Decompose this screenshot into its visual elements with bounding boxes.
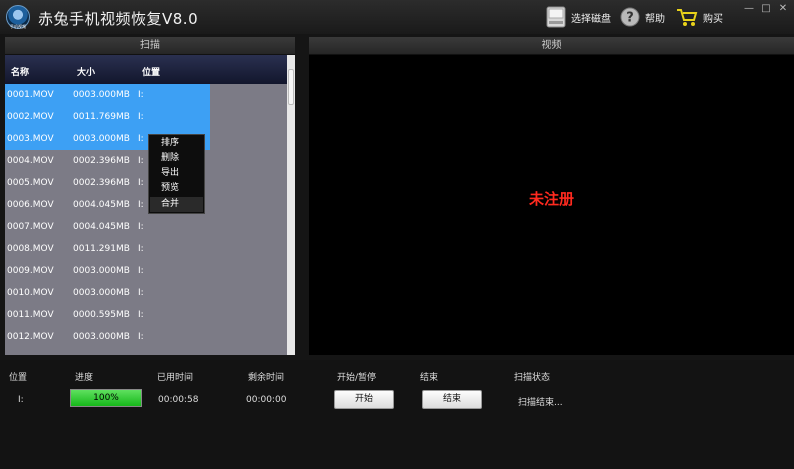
file-size: 0003.000MB [73, 288, 130, 298]
menu-item-export[interactable]: 导出 [150, 166, 203, 181]
menu-item-merge[interactable]: 合并 [150, 197, 203, 212]
menu-item-sort[interactable]: 排序 [150, 136, 203, 151]
file-size: 0000.595MB [73, 310, 130, 320]
column-name[interactable]: 名称 [11, 65, 29, 78]
file-name: 0007.MOV [7, 222, 54, 232]
file-name: 0010.MOV [7, 288, 54, 298]
file-size: 0003.000MB [73, 266, 130, 276]
file-size: 0011.291MB [73, 244, 130, 254]
select-disk-button[interactable]: 选择磁盘 [546, 6, 611, 28]
progress-text: 100% [93, 393, 119, 403]
file-name: 0012.MOV [7, 332, 54, 342]
header-start-pause: 开始/暂停 [337, 373, 377, 383]
maximize-button[interactable]: □ [759, 3, 773, 15]
list-item[interactable]: 0009.MOV 0003.000MB I: [5, 260, 287, 282]
list-item[interactable]: 0008.MOV 0011.291MB I: [5, 238, 287, 260]
close-button[interactable]: ✕ [776, 3, 790, 15]
app-title: 赤兔手机视频恢复V8.0 [38, 10, 199, 28]
status-panel: 位置 进度 已用时间 剩余时间 开始/暂停 结束 扫描状态 I: 100% 00… [0, 360, 794, 469]
header-progress: 进度 [75, 373, 94, 383]
file-name: 0004.MOV [7, 156, 54, 166]
list-item[interactable]: 0012.MOV 0003.000MB I: [5, 326, 287, 348]
file-name: 0005.MOV [7, 178, 54, 188]
file-name: 0001.MOV [7, 90, 54, 100]
list-item[interactable]: 0006.MOV 0004.045MB I: [5, 194, 287, 216]
progress-bar: 100% [70, 389, 142, 407]
file-location: I: [138, 288, 144, 298]
list-item[interactable]: 0010.MOV 0003.000MB I: [5, 282, 287, 304]
list-scrollbar[interactable] [287, 55, 295, 355]
file-name: 0011.MOV [7, 310, 54, 320]
header-end: 结束 [420, 373, 439, 383]
scan-panel-header: 扫描 [5, 37, 295, 55]
scrollbar-thumb[interactable] [288, 69, 294, 105]
file-location: I: [138, 156, 144, 166]
header-scan-status: 扫描状态 [514, 373, 551, 383]
video-panel-header: 视频 [309, 37, 794, 55]
file-location: I: [138, 200, 144, 210]
minimize-button[interactable]: — [742, 3, 756, 15]
cart-icon [677, 9, 698, 26]
file-location: I: [138, 112, 144, 122]
file-location: I: [138, 178, 144, 188]
file-size: 0003.000MB [73, 90, 130, 100]
header-remaining: 剩余时间 [248, 373, 285, 383]
buy-button[interactable]: 购买 [676, 6, 723, 28]
file-size: 0003.000MB [73, 332, 130, 342]
file-size: 0002.396MB [73, 156, 130, 166]
list-item[interactable]: 0011.MOV 0000.595MB I: [5, 304, 287, 326]
scan-location-value: I: [18, 395, 24, 405]
file-location: I: [138, 266, 144, 276]
file-size: 0003.000MB [73, 134, 130, 144]
list-item[interactable]: 0004.MOV 0002.396MB I: [5, 150, 287, 172]
svg-text:?: ? [626, 11, 634, 26]
remaining-time-value: 00:00:00 [246, 395, 287, 405]
disk-icon [546, 6, 566, 28]
list-item[interactable]: 0002.MOV 0011.769MB I: [5, 106, 210, 128]
context-menu: 排序 删除 导出 预览 合并 [148, 134, 205, 214]
file-name: 0003.MOV [7, 134, 54, 144]
title-bar: 手机视频 赤兔手机视频恢复V8.0 选择磁盘 ? 帮助 购买 — □ ✕ [0, 0, 794, 34]
list-header: 名称 大小 位置 [5, 55, 287, 84]
video-preview: 未注册 [309, 55, 794, 355]
file-size: 0002.396MB [73, 178, 130, 188]
file-name: 0008.MOV [7, 244, 54, 254]
file-name: 0002.MOV [7, 112, 54, 122]
file-location: I: [138, 90, 144, 100]
file-name: 0006.MOV [7, 200, 54, 210]
file-size: 0004.045MB [73, 222, 130, 232]
header-elapsed: 已用时间 [157, 373, 194, 383]
file-name: 0009.MOV [7, 266, 54, 276]
menu-item-delete[interactable]: 删除 [150, 151, 203, 166]
list-item[interactable]: 0007.MOV 0004.045MB I: [5, 216, 287, 238]
file-location: I: [138, 310, 144, 320]
start-button[interactable]: 开始 [334, 390, 394, 409]
elapsed-time-value: 00:00:58 [158, 395, 199, 405]
buy-label: 购买 [703, 13, 723, 25]
column-location[interactable]: 位置 [142, 65, 160, 78]
list-item[interactable]: 0005.MOV 0002.396MB I: [5, 172, 287, 194]
file-location: I: [138, 222, 144, 232]
file-size: 0004.045MB [73, 200, 130, 210]
end-button[interactable]: 结束 [422, 390, 482, 409]
file-location: I: [138, 134, 144, 144]
help-icon: ? [620, 7, 640, 27]
select-disk-label: 选择磁盘 [571, 13, 611, 25]
header-location: 位置 [9, 373, 28, 383]
menu-item-preview[interactable]: 预览 [150, 181, 203, 196]
unregistered-watermark: 未注册 [529, 190, 575, 208]
list-item[interactable]: 0001.MOV 0003.000MB I: [5, 84, 210, 106]
help-label: 帮助 [645, 13, 665, 25]
file-size: 0011.769MB [73, 112, 130, 122]
file-location: I: [138, 244, 144, 254]
file-location: I: [138, 332, 144, 342]
help-button[interactable]: ? 帮助 [620, 6, 665, 28]
app-logo-text: 手机视频 [10, 24, 26, 29]
scan-status-value: 扫描结束... [518, 398, 563, 408]
column-size[interactable]: 大小 [77, 65, 95, 78]
